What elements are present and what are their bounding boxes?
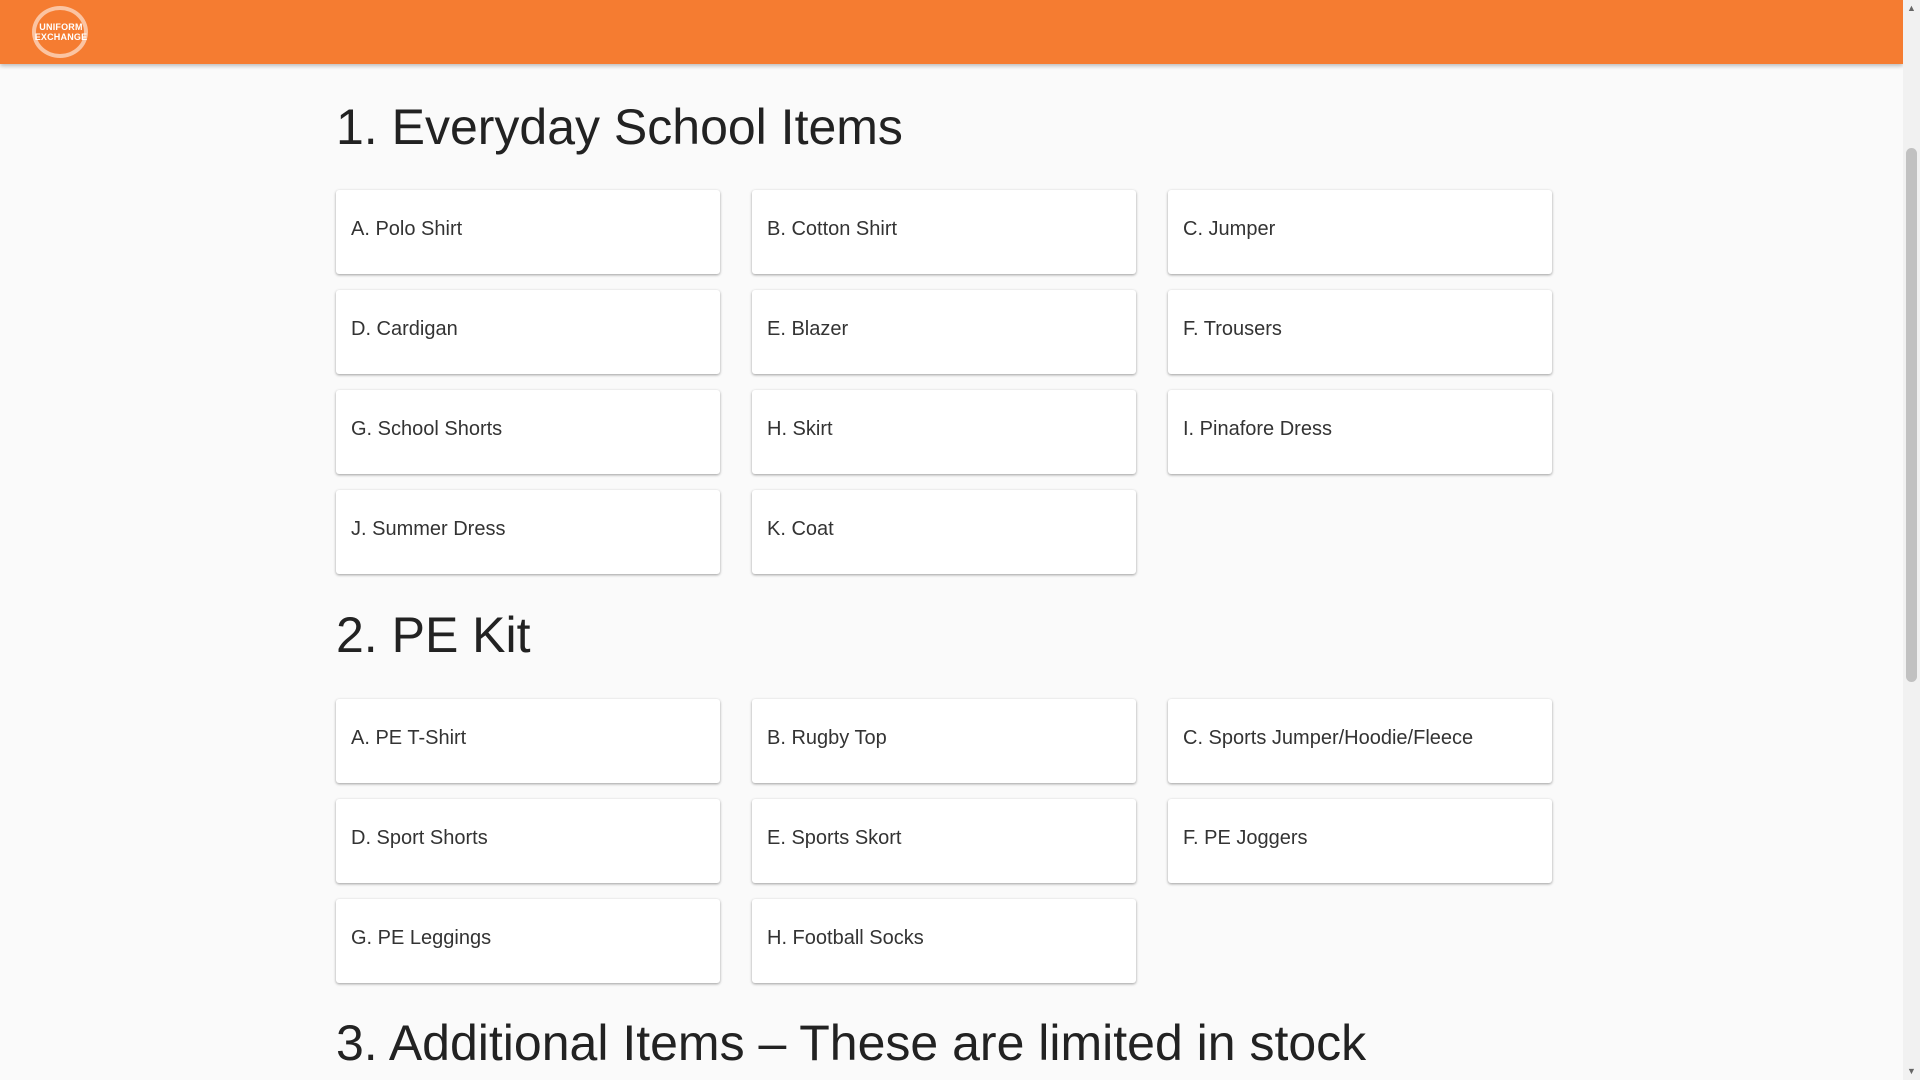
item-card[interactable]: I. Pinafore Dress: [1168, 390, 1552, 474]
item-card[interactable]: C. Jumper: [1168, 190, 1552, 274]
scrollbar-thumb[interactable]: [1906, 148, 1917, 682]
item-card[interactable]: K. Coat: [752, 490, 1136, 574]
section-title-additional-items: 3. Additional Items – These are limited …: [336, 1015, 1367, 1071]
item-card[interactable]: H. Football Socks: [752, 899, 1136, 983]
item-card[interactable]: G. PE Leggings: [336, 899, 720, 983]
item-card[interactable]: F. PE Joggers: [1168, 799, 1552, 883]
top-app-bar: UNIFORM EXCHANGE: [0, 0, 1903, 64]
item-card[interactable]: F. Trousers: [1168, 290, 1552, 374]
section-title-everyday: 1. Everyday School Items: [336, 99, 903, 155]
item-card[interactable]: H. Skirt: [752, 390, 1136, 474]
item-card[interactable]: A. Polo Shirt: [336, 190, 720, 274]
item-card[interactable]: E. Sports Skort: [752, 799, 1136, 883]
item-card[interactable]: E. Blazer: [752, 290, 1136, 374]
item-card[interactable]: C. Sports Jumper/Hoodie/Fleece: [1168, 699, 1552, 783]
scroll-up-arrow-icon[interactable]: ▲: [1903, 0, 1920, 17]
uniform-exchange-logo[interactable]: UNIFORM EXCHANGE: [30, 6, 92, 58]
item-card[interactable]: J. Summer Dress: [336, 490, 720, 574]
scroll-down-arrow-icon[interactable]: ▼: [1903, 1063, 1920, 1080]
item-card[interactable]: D. Sport Shorts: [336, 799, 720, 883]
item-card[interactable]: A. PE T-Shirt: [336, 699, 720, 783]
item-card[interactable]: B. Cotton Shirt: [752, 190, 1136, 274]
section-title-pe-kit: 2. PE Kit: [336, 607, 531, 663]
item-card[interactable]: G. School Shorts: [336, 390, 720, 474]
logo-text-line1: UNIFORM: [39, 22, 83, 32]
logo-text-line2: EXCHANGE: [34, 32, 88, 42]
item-card[interactable]: D. Cardigan: [336, 290, 720, 374]
page-viewport: UNIFORM EXCHANGE 1. Everyday School Item…: [0, 0, 1903, 1080]
vertical-scrollbar[interactable]: ▲ ▼: [1903, 0, 1920, 1080]
item-card[interactable]: B. Rugby Top: [752, 699, 1136, 783]
